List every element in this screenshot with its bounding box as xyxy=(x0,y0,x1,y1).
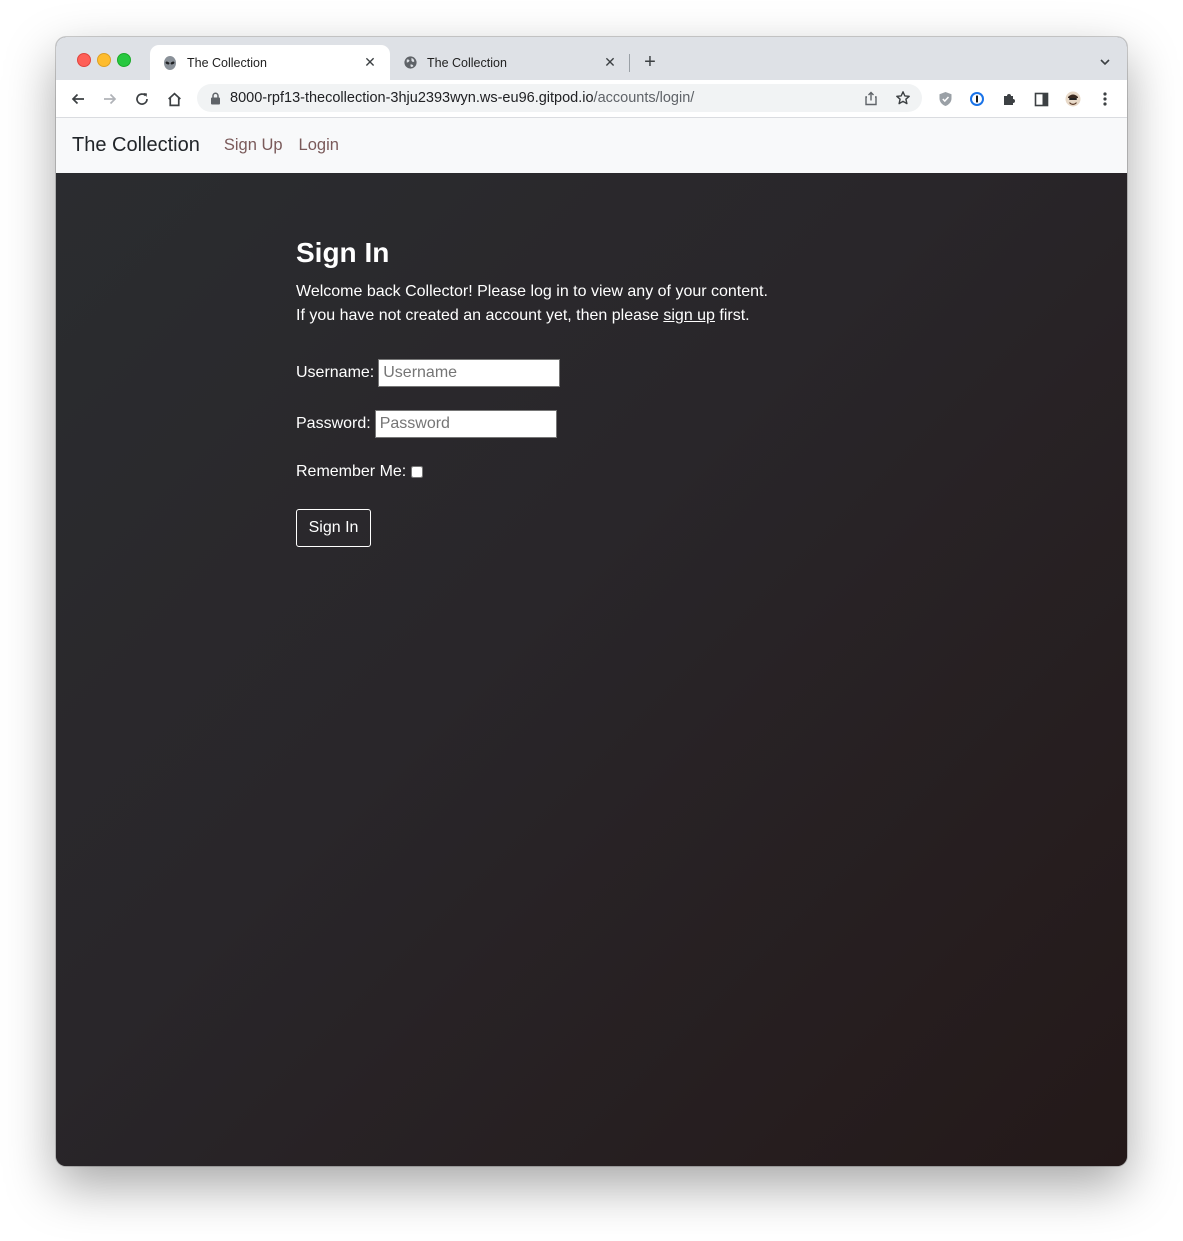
username-label: Username: xyxy=(296,364,375,381)
share-icon[interactable] xyxy=(863,90,879,106)
password-row: Password: xyxy=(296,410,557,438)
close-tab-icon[interactable]: ✕ xyxy=(362,54,378,71)
site-navbar: The Collection Sign Up Login xyxy=(56,118,1127,173)
url-text: 8000-rpf13-thecollection-3hju2393wyn.ws-… xyxy=(230,90,694,106)
password-manager-icon[interactable] xyxy=(963,85,991,113)
chevron-down-icon[interactable] xyxy=(1094,51,1116,73)
close-tab-icon[interactable]: ✕ xyxy=(602,54,618,71)
new-tab-icon[interactable]: + xyxy=(639,51,661,73)
kebab-menu-icon[interactable] xyxy=(1091,85,1119,113)
remember-me-checkbox[interactable] xyxy=(411,466,424,478)
tab-strip: The Collection ✕ The Collection ✕ + xyxy=(56,37,1127,80)
password-label: Password: xyxy=(296,415,371,432)
home-icon[interactable] xyxy=(160,85,188,113)
tab-active[interactable]: The Collection ✕ xyxy=(150,45,390,80)
back-arrow-icon[interactable] xyxy=(64,85,92,113)
username-input[interactable] xyxy=(378,359,561,387)
side-panel-icon[interactable] xyxy=(1027,85,1055,113)
reload-icon[interactable] xyxy=(128,85,156,113)
globe-icon xyxy=(402,55,418,71)
lock-icon[interactable] xyxy=(208,91,222,105)
forward-arrow-icon[interactable] xyxy=(96,85,124,113)
profile-avatar-icon[interactable] xyxy=(1059,85,1087,113)
alien-icon xyxy=(162,55,178,71)
intro-line-2: If you have not created an account yet, … xyxy=(296,304,768,328)
tab-separator xyxy=(629,54,630,72)
nav-link-sign-up[interactable]: Sign Up xyxy=(224,136,283,155)
browser-window: The Collection ✕ The Collection ✕ + 8000… xyxy=(56,37,1127,1166)
minimize-window-button[interactable] xyxy=(97,53,111,67)
site-brand-link[interactable]: The Collection xyxy=(72,134,200,157)
extensions-puzzle-icon[interactable] xyxy=(995,85,1023,113)
remember-row: Remember Me: xyxy=(296,463,424,481)
shield-icon[interactable] xyxy=(931,85,959,113)
password-input[interactable] xyxy=(374,410,557,438)
sign-in-button[interactable]: Sign In xyxy=(296,509,371,547)
tab-title: The Collection xyxy=(187,55,267,70)
sign-up-link[interactable]: sign up xyxy=(663,307,715,324)
intro-prefix: If you have not created an account yet, … xyxy=(296,307,664,324)
username-row: Username: xyxy=(296,359,561,387)
remember-me-label: Remember Me: xyxy=(296,463,407,480)
bookmark-star-icon[interactable] xyxy=(895,90,911,106)
url-path: /accounts/login/ xyxy=(593,90,695,106)
intro-line-1: Welcome back Collector! Please log in to… xyxy=(296,283,768,300)
close-window-button[interactable] xyxy=(77,53,91,67)
maximize-window-button[interactable] xyxy=(117,53,131,67)
address-bar[interactable]: 8000-rpf13-thecollection-3hju2393wyn.ws-… xyxy=(197,84,922,112)
intro-text: Welcome back Collector! Please log in to… xyxy=(296,280,768,328)
tab-inactive[interactable]: The Collection ✕ xyxy=(390,45,630,80)
page-viewport: The Collection Sign Up Login Sign In Wel… xyxy=(56,118,1127,1166)
intro-suffix: first. xyxy=(714,307,750,324)
browser-toolbar: 8000-rpf13-thecollection-3hju2393wyn.ws-… xyxy=(56,80,1127,118)
page-title: Sign In xyxy=(296,237,390,268)
url-host: 8000-rpf13-thecollection-3hju2393wyn.ws-… xyxy=(230,90,594,106)
nav-link-login[interactable]: Login xyxy=(299,136,339,155)
tab-title: The Collection xyxy=(427,55,507,70)
